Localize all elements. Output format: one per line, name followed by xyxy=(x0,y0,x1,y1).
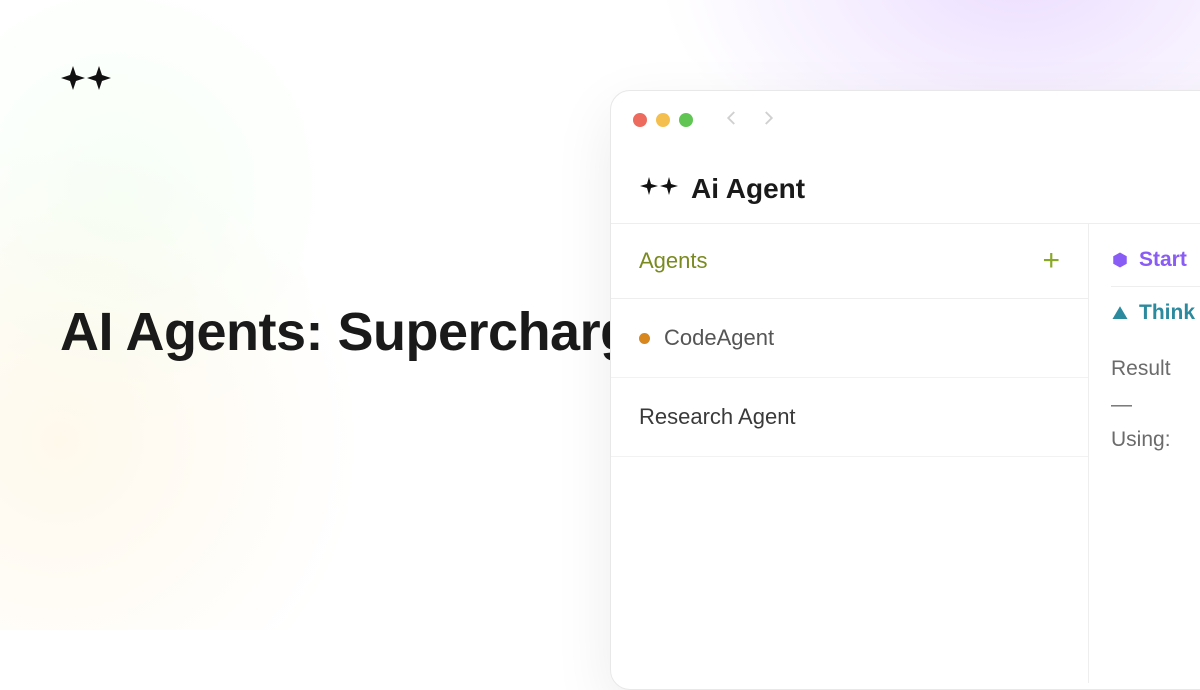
agent-status-icon xyxy=(639,333,650,344)
agents-sidebar: Agents + CodeAgent Research Agent xyxy=(611,223,1089,683)
nav-back-button[interactable] xyxy=(723,109,741,132)
step-think-label: Think xyxy=(1139,301,1195,325)
step-output: Result — Using: xyxy=(1111,335,1200,458)
agent-item-label: Research Agent xyxy=(639,404,796,430)
agent-item-codeagent[interactable]: CodeAgent xyxy=(611,299,1088,378)
hexagon-icon xyxy=(1111,251,1129,269)
nav-forward-button[interactable] xyxy=(759,109,777,132)
result-dash: — xyxy=(1111,387,1200,423)
window-titlebar xyxy=(611,91,1200,149)
agent-run-pane: Start Think Result — Using: xyxy=(1089,223,1200,683)
app-title-row: Ai Agent xyxy=(611,149,1200,223)
brand-logo xyxy=(60,64,112,97)
add-agent-button[interactable]: + xyxy=(1042,246,1060,276)
app-window: Ai Agent Agents + CodeAgent Research Age… xyxy=(610,90,1200,690)
agent-item-label: CodeAgent xyxy=(664,325,774,351)
window-close-button[interactable] xyxy=(633,113,647,127)
window-zoom-button[interactable] xyxy=(679,113,693,127)
app-title: Ai Agent xyxy=(691,173,805,205)
sidebar-heading: Agents xyxy=(639,248,708,274)
result-line: Result xyxy=(1111,351,1200,387)
agent-item-research[interactable]: Research Agent xyxy=(611,378,1088,457)
step-start[interactable]: Start xyxy=(1111,244,1200,282)
triangle-icon xyxy=(1111,304,1129,322)
step-start-label: Start xyxy=(1139,248,1187,272)
window-minimize-button[interactable] xyxy=(656,113,670,127)
using-line: Using: xyxy=(1111,422,1200,458)
sparkles-icon xyxy=(639,173,681,205)
step-think[interactable]: Think xyxy=(1111,286,1200,335)
